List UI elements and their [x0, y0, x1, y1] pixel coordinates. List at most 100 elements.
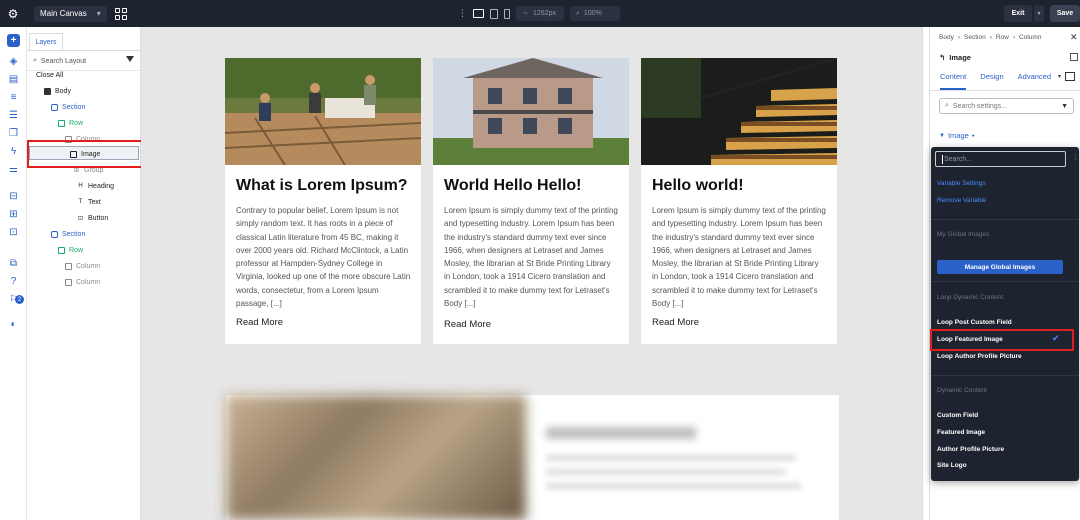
blog-card[interactable]: Hello world! Lorem Ipsum is simply dummy… [641, 58, 837, 344]
copy-icon[interactable]: ⧉ [7, 257, 20, 270]
dropdown-arrow-icon[interactable]: ▾ [1058, 73, 1061, 80]
breadcrumb-item[interactable]: Row [996, 34, 1009, 41]
tree-item-heading[interactable]: H Heading [77, 179, 114, 193]
phone-view-icon[interactable] [504, 8, 510, 19]
tree-item-label: Row [69, 246, 84, 254]
tree-item-label: Heading [88, 182, 115, 190]
tree-item-column[interactable]: Column [65, 259, 100, 273]
exit-button[interactable]: Exit [1004, 5, 1032, 22]
zoom-field[interactable]: ⌕ 100% [570, 6, 620, 21]
pages-icon[interactable]: ▤ [7, 73, 20, 86]
chevron-down-icon: ▾ [96, 9, 101, 18]
settings-search-input[interactable]: ⌕ Search settings... ▼ [939, 98, 1074, 114]
manage-global-images-button[interactable]: Manage Global Images [937, 260, 1063, 274]
breadcrumb-item[interactable]: Column [1019, 34, 1041, 41]
close-icon[interactable]: ✕ [1070, 32, 1078, 43]
layers-search[interactable]: ⌕ Search Layout [33, 54, 137, 68]
tree-item-section[interactable]: Section [51, 100, 85, 114]
menu-item-featured-image[interactable]: Featured Image [937, 429, 985, 436]
tree-item-body[interactable]: Body [44, 84, 71, 98]
divider [931, 375, 1079, 376]
breadcrumb-separator: › [989, 34, 992, 41]
tab-design[interactable]: Design [980, 72, 1003, 90]
dropdown-search-input[interactable]: Search... [935, 151, 1066, 167]
tree-item-column[interactable]: Column [65, 275, 100, 289]
grid-layout-icon[interactable] [114, 7, 127, 20]
save-button[interactable]: Save [1050, 5, 1080, 22]
tablet-view-icon[interactable] [490, 8, 498, 19]
breadcrumb-separator: › [1012, 34, 1016, 41]
library-icon[interactable]: ⊞ [7, 208, 20, 221]
dropdown-search-placeholder: Search... [944, 155, 973, 163]
heading-icon: H [78, 183, 83, 189]
canvas-selector[interactable]: Main Canvas ▾ [34, 5, 107, 22]
sliders-icon[interactable]: ⚌ [7, 163, 20, 176]
breadcrumb-item[interactable]: Body [939, 34, 954, 41]
tree-item-label: Body [55, 87, 71, 95]
menu-item-loop-post-custom-field[interactable]: Loop Post Custom Field [937, 319, 1012, 326]
left-icon-rail: + ◈ ▤ ≡ ☰ ❐ ϟ ⚌ ⊟ ⊞ ⊡ ⧉ ? ⚐ 2 ◐ [0, 27, 27, 520]
interactions-icon[interactable]: ϟ [7, 145, 20, 158]
blurred-line [546, 483, 801, 489]
canvas-width-field[interactable]: ⇔ 1262px [516, 6, 564, 21]
blog-card[interactable]: What is Lorem Ipsum? Contrary to popular… [225, 58, 421, 344]
templates-icon[interactable]: ⊟ [7, 190, 20, 203]
close-all-label: Close All [36, 71, 64, 79]
canvas-width-value: 1262px [533, 10, 556, 17]
breadcrumb-item[interactable]: Section [964, 34, 986, 41]
menu-item-custom-field[interactable]: Custom Field [937, 412, 978, 419]
breadcrumb-separator: › [957, 34, 960, 41]
tree-item-section[interactable]: Section [51, 227, 85, 241]
close-all-link[interactable]: Close All [36, 68, 63, 82]
menu-item-author-profile-picture[interactable]: Author Profile Picture [937, 446, 1004, 453]
construction-photo [225, 58, 421, 165]
search-icon: ⌕ [945, 102, 949, 109]
row-icon [58, 119, 65, 127]
tree-item-label: Column [76, 278, 101, 286]
read-more-link[interactable]: Read More [652, 317, 699, 328]
settings-tabs: Content Design Advanced [940, 72, 1051, 90]
more-options-icon[interactable]: ⋮ [1072, 153, 1079, 161]
exit-options-chevron-icon[interactable]: ▾ [1034, 5, 1044, 22]
desktop-view-icon[interactable] [473, 9, 484, 18]
add-element-icon[interactable]: + [7, 34, 20, 47]
image-section-header[interactable]: ▼ Image • [939, 131, 974, 140]
read-more-link[interactable]: Read More [236, 317, 283, 328]
back-arrow-icon[interactable]: ↰ [939, 53, 945, 62]
button-icon: ⊡ [77, 215, 84, 222]
text-caret [942, 154, 943, 164]
tab-advanced[interactable]: Advanced [1018, 72, 1051, 90]
remove-variable-link[interactable]: Remove Variable [937, 197, 986, 204]
drag-handle-icon[interactable]: ⋮ [458, 8, 467, 19]
preview-box-icon[interactable] [1065, 72, 1076, 81]
filter-icon[interactable]: ▼ [1061, 103, 1068, 110]
element-title: ↰ Image [939, 53, 971, 62]
expand-icon[interactable] [1070, 53, 1078, 61]
element-label: Image [949, 53, 971, 62]
blog-card[interactable]: World Hello Hello! Lorem Ipsum is simply… [433, 58, 629, 344]
global-images-heading: My Global Images [937, 231, 990, 238]
tab-content[interactable]: Content [940, 72, 967, 90]
tree-item-text[interactable]: T Text [77, 195, 101, 209]
tree-item-row[interactable]: Row [58, 243, 83, 257]
settings-gear-icon[interactable]: ⚙ [0, 0, 26, 27]
layers-icon[interactable]: ◈ [7, 55, 20, 68]
menu-item-loop-author-profile-picture[interactable]: Loop Author Profile Picture [937, 353, 1022, 360]
tab-layers[interactable]: Layers [29, 33, 63, 50]
tree-item-button[interactable]: ⊡ Button [77, 211, 108, 225]
tree-item-row[interactable]: Row [58, 116, 83, 130]
components-icon[interactable]: ❐ [7, 127, 20, 140]
list-icon[interactable]: ☰ [7, 109, 20, 122]
filter-icon[interactable] [126, 56, 134, 62]
tree-item-label: Section [62, 103, 86, 111]
theme-icon[interactable]: ⊡ [7, 226, 20, 239]
divider [930, 90, 1080, 91]
help-icon[interactable]: ? [7, 275, 20, 288]
variable-settings-link[interactable]: Variable Settings [937, 180, 986, 187]
collapse-arrow-icon: ▼ [939, 132, 945, 139]
database-icon[interactable]: ≡ [7, 91, 20, 104]
tree-item-label: Column [76, 262, 101, 270]
read-more-link[interactable]: Read More [444, 319, 491, 330]
menu-item-site-logo[interactable]: Site Logo [937, 462, 967, 469]
toggle-icon[interactable]: ◐ [7, 318, 20, 331]
